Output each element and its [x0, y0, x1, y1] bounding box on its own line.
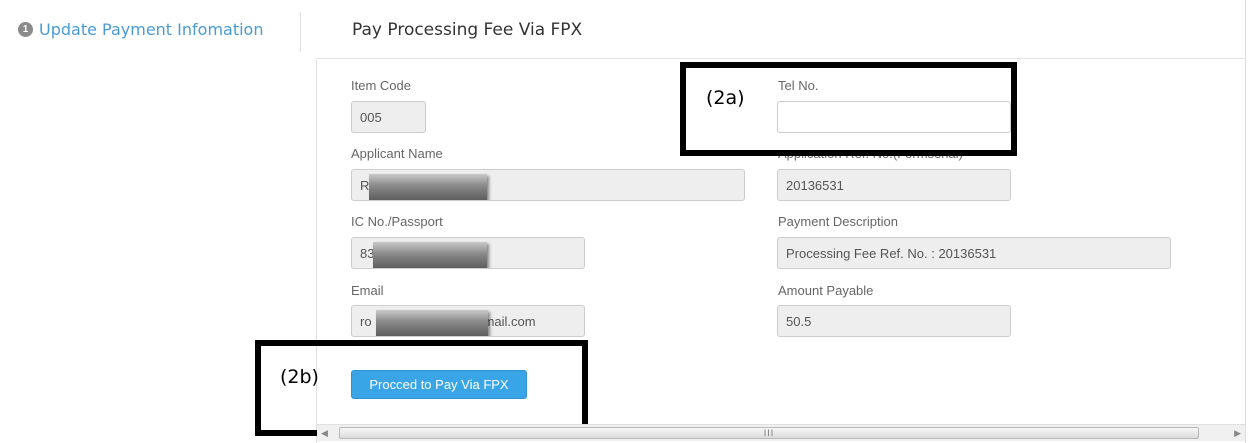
step-number-badge: 1: [18, 22, 33, 37]
amount-payable-field[interactable]: 50.5: [777, 305, 1011, 337]
horizontal-scrollbar[interactable]: ◀ III ▶: [317, 424, 1245, 441]
ic-passport-label: IC No./Passport: [351, 214, 443, 229]
sidebar-step-update-payment[interactable]: 1 Update Payment Infomation: [18, 20, 263, 39]
ic-passport-field[interactable]: 83: [351, 237, 585, 269]
redaction-overlay: [369, 174, 487, 200]
applicant-name-value: R: [360, 177, 370, 193]
page-title: Pay Processing Fee Via FPX: [352, 20, 583, 40]
payment-description-label: Payment Description: [778, 214, 898, 229]
sidebar-divider: [300, 12, 301, 52]
application-ref-value: 20136531: [786, 177, 844, 193]
amount-payable-label: Amount Payable: [778, 283, 874, 298]
annotation-box-2b: [255, 340, 588, 436]
scroll-right-arrow-icon[interactable]: ▶: [1234, 427, 1241, 439]
item-code-label: Item Code: [351, 78, 411, 93]
email-label: Email: [351, 283, 384, 298]
email-value-suffix: mail.com: [483, 313, 536, 329]
scrollbar-thumb[interactable]: III: [339, 427, 1199, 439]
redaction-overlay: [376, 310, 488, 336]
annotation-mask: [686, 146, 1011, 150]
application-ref-field[interactable]: 20136531: [777, 169, 1011, 201]
page: 1 Update Payment Infomation Pay Processi…: [0, 0, 1252, 443]
title-divider: [316, 58, 1246, 59]
email-field[interactable]: ro mail.com: [351, 305, 585, 337]
sidebar-step-label: Update Payment Infomation: [39, 20, 264, 39]
item-code-value: 005: [360, 109, 382, 125]
amount-payable-value: 50.5: [786, 313, 812, 329]
item-code-field[interactable]: 005: [351, 101, 426, 133]
scroll-left-arrow-icon[interactable]: ◀: [321, 427, 328, 439]
applicant-name-label: Applicant Name: [351, 146, 443, 161]
annotation-box-2a: [680, 62, 1017, 156]
annotation-label-2a: (2a): [706, 87, 745, 109]
email-value-prefix: ro: [360, 313, 372, 329]
redaction-overlay: [373, 242, 487, 268]
payment-description-field[interactable]: Processing Fee Ref. No. : 20136531: [777, 237, 1171, 269]
scrollbar-grip-icon: III: [763, 428, 775, 438]
panel-border-right: [1245, 0, 1246, 443]
payment-description-value: Processing Fee Ref. No. : 20136531: [786, 245, 997, 261]
applicant-name-field[interactable]: R: [351, 169, 745, 201]
annotation-label-2b: (2b): [280, 366, 319, 388]
